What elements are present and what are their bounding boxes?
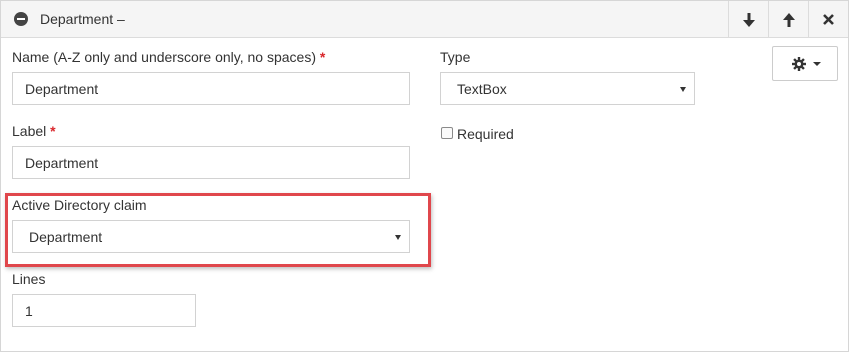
- lines-label: Lines: [12, 271, 46, 287]
- required-mark: *: [319, 49, 326, 65]
- arrow-up-icon: [782, 12, 795, 27]
- close-icon: [823, 14, 834, 25]
- arrow-down-icon: [742, 12, 755, 27]
- label-field-label: Label *: [12, 123, 56, 139]
- name-label-text: Name (A-Z only and underscore only, no s…: [12, 49, 316, 65]
- required-label: Required: [457, 126, 514, 142]
- required-mark: *: [50, 123, 56, 139]
- label-input[interactable]: [12, 146, 410, 179]
- label-label-text: Label: [12, 123, 47, 139]
- panel-title: Department –: [40, 11, 125, 27]
- gear-icon: [792, 57, 806, 71]
- panel-header: Department –: [1, 1, 848, 38]
- remove-field-button[interactable]: [808, 1, 848, 38]
- settings-dropdown-button[interactable]: [772, 46, 838, 81]
- ad-claim-select[interactable]: Department: [12, 220, 410, 253]
- name-input[interactable]: [12, 72, 410, 105]
- move-up-button[interactable]: [768, 1, 808, 38]
- chevron-down-icon: [395, 235, 401, 240]
- collapse-icon[interactable]: [14, 12, 28, 26]
- required-checkbox[interactable]: [441, 127, 453, 139]
- chevron-down-icon: [680, 87, 686, 92]
- type-selected-value: TextBox: [457, 81, 507, 97]
- ad-claim-label: Active Directory claim: [12, 197, 147, 213]
- type-label: Type: [440, 49, 471, 65]
- move-down-button[interactable]: [728, 1, 768, 38]
- ad-claim-selected-value: Department: [29, 229, 103, 245]
- chevron-down-icon: [813, 62, 821, 66]
- type-select[interactable]: TextBox: [440, 72, 695, 105]
- name-field-label: Name (A-Z only and underscore only, no s…: [12, 49, 325, 65]
- field-panel: Department – Name (A-Z only and undersco…: [0, 0, 849, 352]
- lines-input[interactable]: [12, 294, 196, 327]
